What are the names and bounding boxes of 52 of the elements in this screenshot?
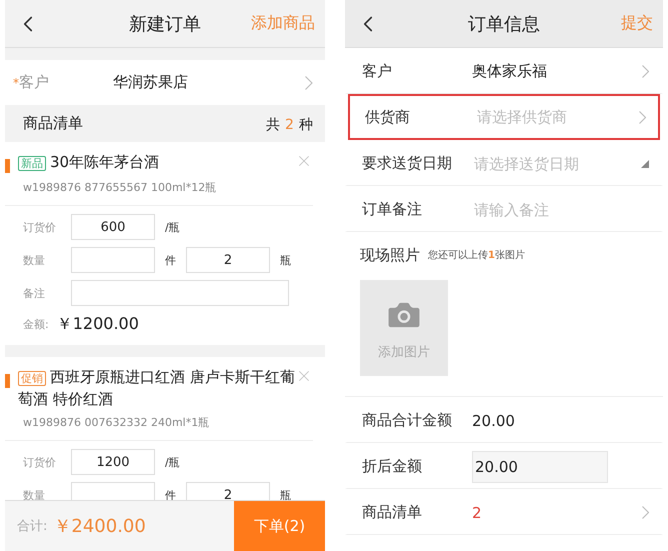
row-label: 现场照片 — [360, 246, 420, 264]
page-title: 订单信息 — [468, 12, 540, 36]
section-title: 商品清单 — [23, 114, 83, 133]
page-title: 新建订单 — [129, 12, 201, 36]
price-input[interactable]: 1200 — [71, 449, 155, 475]
row-label: 商品清单 — [362, 503, 423, 522]
field-label: 订货价 — [23, 454, 57, 470]
field-label: 订货价 — [23, 220, 57, 234]
row-label: 供货商 — [365, 108, 411, 126]
form-row[interactable]: 供货商 请选择供货商 — [348, 94, 660, 140]
total-amount: ￥2400.00 — [53, 515, 146, 538]
customer-label: 客户 — [19, 73, 50, 92]
row-label: 折后金额 — [362, 457, 423, 476]
count-prefix: 共 — [266, 116, 280, 132]
customer-row[interactable]: *客户 华润苏果店 — [5, 60, 325, 105]
product-title: 新品 30年陈年茅台酒 — [10, 152, 295, 174]
unit-label: 瓶 — [280, 252, 291, 268]
field-label: 备注 — [23, 286, 46, 300]
field-label: 数量 — [23, 252, 46, 268]
product-codes: w1989876 007632332 240ml*1瓶 — [5, 409, 313, 441]
product-tag: 新品 — [18, 156, 46, 171]
field-label: 数量 — [23, 488, 46, 500]
row-value: 20.00 — [472, 412, 516, 430]
amount-input[interactable]: 20.00 — [472, 450, 608, 482]
required-mark: * — [13, 76, 19, 90]
product-tag: 促销 — [18, 371, 46, 386]
total-label: 合计: — [17, 518, 48, 535]
form-row[interactable]: 要求送货日期 请选择送货日期 — [345, 140, 663, 186]
form-row[interactable]: 商品清单 2 — [345, 489, 663, 535]
row-label: 商品合计金额 — [362, 411, 453, 430]
unit-label: /瓶 — [165, 220, 180, 234]
row-label: 客户 — [362, 62, 393, 81]
quantity-input[interactable]: 2 — [186, 482, 270, 500]
row-value: 奥体家乐福 — [472, 62, 548, 81]
count-suffix: 种 — [299, 116, 313, 132]
upload-hint: 您还可以上传1张图片 — [428, 248, 525, 262]
quantity-input[interactable]: 2 — [186, 247, 270, 273]
item-count: 2 — [472, 504, 483, 522]
amount-value: ￥1200.00 — [56, 314, 139, 335]
unit-label: 瓶 — [280, 488, 291, 500]
price-input[interactable]: 600 — [71, 214, 155, 240]
row-label: 订单备注 — [362, 200, 423, 219]
product-count: 2 — [284, 116, 294, 132]
row-label: 要求送货日期 — [362, 154, 453, 173]
product-title: 促销 西班牙原瓶进口红酒 唐卢卡斯干红葡萄酒 特价红酒 — [17, 367, 295, 409]
customer-name: 华润苏果店 — [113, 73, 189, 92]
unit-label: 件 — [165, 252, 176, 268]
amount-label: 金额: — [23, 317, 49, 332]
product-codes: w1989876 877655567 100ml*12瓶 — [5, 174, 313, 206]
form-row[interactable]: 客户 奥体家乐福 — [345, 48, 663, 94]
unit-label: /瓶 — [165, 454, 180, 470]
unit-label: 件 — [165, 488, 176, 500]
